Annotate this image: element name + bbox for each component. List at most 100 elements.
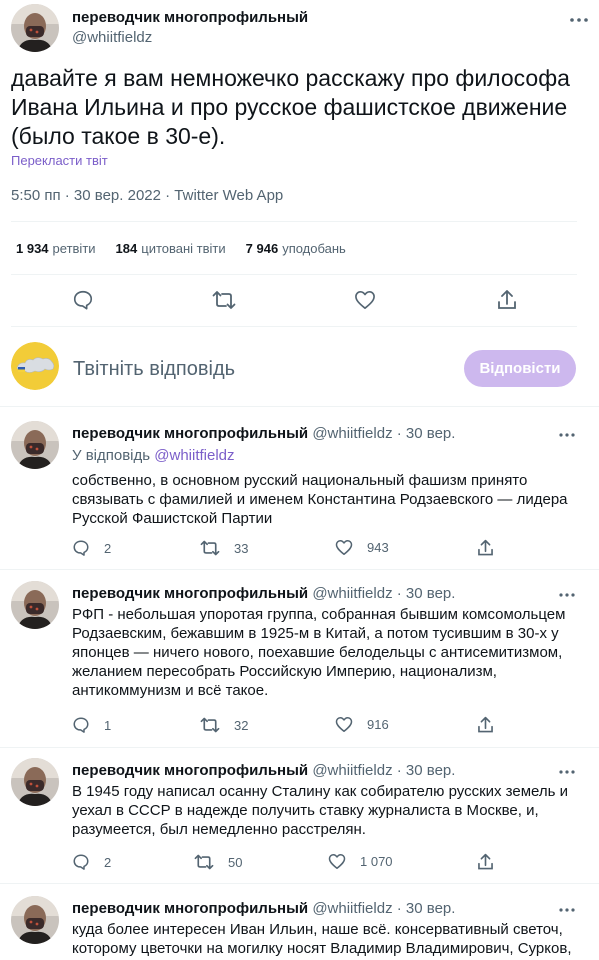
more-icon[interactable] xyxy=(555,425,579,445)
current-user-avatar[interactable] xyxy=(11,342,59,390)
reply-icon[interactable] xyxy=(70,287,96,313)
reply-author-handle[interactable]: @whiitfieldz xyxy=(312,762,392,779)
retweet-icon[interactable] xyxy=(211,287,237,313)
retweet-action[interactable]: 50 xyxy=(194,853,242,871)
reply-date[interactable]: 30 вер. xyxy=(406,585,456,602)
replying-to-mention[interactable]: @whiitfieldz xyxy=(154,447,234,464)
quote-tweets-label: цитовані твіти xyxy=(141,241,226,256)
separator-dot: · xyxy=(396,762,402,779)
reply-author-name[interactable]: переводчик многопрофильный xyxy=(72,585,308,602)
retweet-action[interactable]: 32 xyxy=(200,716,248,734)
more-icon[interactable] xyxy=(555,585,579,605)
quote-tweets-count: 184 xyxy=(115,241,138,256)
retweet-count: 32 xyxy=(234,717,249,733)
reply-author-name[interactable]: переводчик многопрофильный xyxy=(72,425,308,442)
reply-header: переводчик многопрофильный @whiitfieldz … xyxy=(72,762,455,779)
divider xyxy=(11,221,577,222)
share-action[interactable] xyxy=(477,716,494,734)
reply-date[interactable]: 30 вер. xyxy=(406,425,456,442)
likes-label: уподобань xyxy=(282,241,346,256)
like-count: 943 xyxy=(367,540,389,555)
retweet-action[interactable]: 33 xyxy=(200,539,248,557)
tweet-action-bar xyxy=(0,287,599,313)
reply-author-avatar[interactable] xyxy=(11,758,59,806)
tweet-timestamp[interactable]: 5:50 пп · 30 вер. 2022 · Twitter Web App xyxy=(11,187,283,204)
tweet-header: переводчик многопрофильный @whiitfieldz xyxy=(11,4,591,54)
reply-count: 1 xyxy=(104,717,112,733)
reply-count: 2 xyxy=(104,540,112,556)
reply-button[interactable]: Відповісти xyxy=(464,350,576,387)
reply-author-handle[interactable]: @whiitfieldz xyxy=(312,900,392,917)
reply-composer: Твітніть відповідь Відповісти xyxy=(11,340,581,394)
retweet-icon xyxy=(200,717,220,733)
like-action[interactable]: 943 xyxy=(335,539,389,556)
more-icon[interactable] xyxy=(555,762,579,782)
reply-header: переводчик многопрофильный @whiitfieldz … xyxy=(72,425,455,442)
reply-author-avatar[interactable] xyxy=(11,421,59,469)
reply-text: куда более интересен Иван Ильин, наше вс… xyxy=(72,921,572,957)
reply-icon xyxy=(73,540,89,556)
retweet-icon xyxy=(194,854,214,870)
retweet-count: 50 xyxy=(228,854,243,870)
author-handle[interactable]: @whiitfieldz xyxy=(72,28,308,48)
reply-action-bar: 2 33 943 xyxy=(72,539,572,559)
divider xyxy=(0,569,599,570)
separator-dot: · xyxy=(396,585,402,602)
share-action[interactable] xyxy=(477,853,494,871)
more-icon[interactable] xyxy=(567,8,591,32)
share-icon xyxy=(478,539,493,556)
author-avatar[interactable] xyxy=(11,4,59,52)
likes-count: 7 946 xyxy=(245,241,279,256)
reply-author-avatar[interactable] xyxy=(11,581,59,629)
divider xyxy=(0,883,599,884)
like-count: 1 070 xyxy=(360,854,393,869)
reply-text: РФП - небольшая упоротая группа, собранн… xyxy=(72,606,566,699)
reply-text: В 1945 году написал осанну Сталину как с… xyxy=(72,783,569,838)
divider xyxy=(0,406,599,407)
reply-date[interactable]: 30 вер. xyxy=(406,900,456,917)
retweets-stat[interactable]: 1 934 ретвіти xyxy=(16,241,96,256)
quote-tweets-stat[interactable]: 184 цитовані твіти xyxy=(116,241,226,256)
like-action[interactable]: 916 xyxy=(335,716,389,733)
replying-to-label: У відповідь xyxy=(72,447,151,464)
reply-date[interactable]: 30 вер. xyxy=(406,762,456,779)
reply-header: переводчик многопрофильный @whiitfieldz … xyxy=(72,585,455,602)
reply-author-name[interactable]: переводчик многопрофильный xyxy=(72,762,308,779)
reply-icon xyxy=(73,717,89,733)
retweet-count: 33 xyxy=(234,540,249,556)
like-action[interactable]: 1 070 xyxy=(328,853,393,870)
tweet-text: давайте я вам немножечко расскажу про фи… xyxy=(11,65,570,149)
retweets-count: 1 934 xyxy=(16,241,49,256)
reply-action[interactable]: 1 xyxy=(72,716,111,734)
author-name[interactable]: переводчик многопрофильный xyxy=(72,8,308,28)
share-action[interactable] xyxy=(477,539,494,557)
reply-author-handle[interactable]: @whiitfieldz xyxy=(312,585,392,602)
heart-icon xyxy=(335,540,353,555)
share-icon[interactable] xyxy=(494,287,520,313)
more-icon[interactable] xyxy=(555,900,579,920)
reply-action-bar: 2 50 1 070 xyxy=(72,853,572,873)
divider xyxy=(0,747,599,748)
divider xyxy=(11,326,577,327)
share-icon xyxy=(478,716,493,733)
reply-author-avatar[interactable] xyxy=(11,896,59,944)
likes-stat[interactable]: 7 946 уподобань xyxy=(246,241,346,256)
reply-count: 2 xyxy=(104,854,112,870)
reply-action-bar: 1 32 916 xyxy=(72,716,572,736)
reply-input[interactable]: Твітніть відповідь xyxy=(73,358,235,381)
reply-author-name[interactable]: переводчик многопрофильный xyxy=(72,900,308,917)
heart-icon xyxy=(335,717,353,732)
retweets-label: ретвіти xyxy=(52,241,96,256)
reply-author-handle[interactable]: @whiitfieldz xyxy=(312,425,392,442)
separator-dot: · xyxy=(396,900,402,917)
translate-tweet-link[interactable]: Перекласти твіт xyxy=(11,153,108,168)
heart-icon[interactable] xyxy=(352,287,378,313)
separator-dot: · xyxy=(396,425,402,442)
divider xyxy=(11,274,577,275)
heart-icon xyxy=(328,854,346,869)
like-count: 916 xyxy=(367,717,389,732)
replying-to: У відповідь @whiitfieldz xyxy=(72,447,235,464)
reply-action[interactable]: 2 xyxy=(72,853,111,871)
retweet-icon xyxy=(200,540,220,556)
reply-action[interactable]: 2 xyxy=(72,539,111,557)
